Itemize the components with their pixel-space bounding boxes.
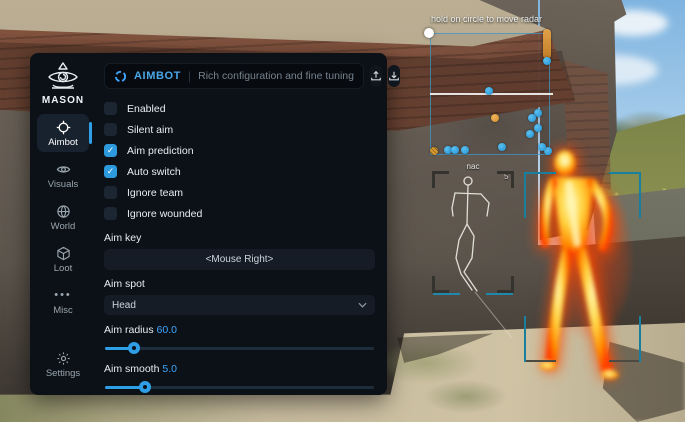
page-title: AIMBOT bbox=[134, 70, 181, 82]
checkbox-icon bbox=[104, 123, 117, 136]
aim-radius-slider[interactable] bbox=[104, 342, 375, 354]
radar-edge-marker bbox=[543, 29, 551, 59]
header-separator: | bbox=[188, 69, 191, 83]
radar-marker-blip bbox=[491, 114, 499, 122]
download-icon bbox=[388, 70, 400, 82]
aimbot-tab-content: AIMBOT | Rich configuration and fine tun… bbox=[96, 53, 387, 395]
slider-thumb[interactable] bbox=[139, 381, 151, 393]
checkbox-icon bbox=[104, 186, 117, 199]
checkbox-silent-aim[interactable]: Silent aim bbox=[104, 119, 375, 140]
checkbox-label: Ignore wounded bbox=[127, 208, 202, 220]
radar-edge-blip bbox=[543, 57, 551, 65]
checkbox-label: Ignore team bbox=[127, 187, 183, 199]
crosshair-icon bbox=[55, 119, 71, 135]
player-esp-box bbox=[524, 172, 641, 362]
checkbox-label: Enabled bbox=[127, 103, 166, 115]
sidebar-item-label: Visuals bbox=[48, 179, 78, 190]
sidebar-item-loot[interactable]: Loot bbox=[37, 240, 89, 278]
globe-icon bbox=[55, 203, 71, 219]
checkbox-label: Auto switch bbox=[127, 166, 181, 178]
aim-smooth-value: 5.0 bbox=[162, 363, 177, 375]
sidebar-item-misc[interactable]: ••• Misc bbox=[37, 282, 89, 320]
sidebar-item-aimbot[interactable]: Aimbot bbox=[37, 114, 89, 152]
game-screen: hold on circle to move radar nac 5 bbox=[0, 0, 685, 422]
radar-drag-handle[interactable] bbox=[424, 28, 434, 38]
import-config-button[interactable] bbox=[370, 65, 382, 87]
radar-hint-text: hold on circle to move radar bbox=[431, 14, 601, 24]
aim-key-label: Aim key bbox=[104, 232, 375, 244]
sidebar-item-visuals[interactable]: Visuals bbox=[37, 156, 89, 194]
aim-spot-label: Aim spot bbox=[104, 278, 375, 290]
chevron-down-icon bbox=[358, 302, 367, 308]
export-config-button[interactable] bbox=[388, 65, 400, 87]
checkbox-icon bbox=[104, 102, 117, 115]
gear-icon bbox=[55, 350, 71, 366]
slider-track bbox=[105, 347, 374, 350]
checkbox-ignore-wounded[interactable]: Ignore wounded bbox=[104, 203, 375, 224]
sidebar-item-label: Loot bbox=[54, 263, 73, 274]
aim-radius-value: 60.0 bbox=[157, 324, 177, 336]
esp-snapline bbox=[475, 292, 512, 338]
aim-spot-value: Head bbox=[112, 300, 136, 311]
sidebar-item-label: Aimbot bbox=[48, 137, 78, 148]
aim-smooth-label: Aim smooth 5.0 bbox=[104, 363, 375, 375]
ellipsis-icon: ••• bbox=[55, 287, 71, 303]
eye-icon bbox=[55, 161, 71, 177]
radar-enemy-blip bbox=[485, 87, 493, 95]
sidebar-item-settings[interactable]: Settings bbox=[37, 345, 89, 383]
radar-enemy-blip bbox=[461, 146, 469, 154]
radar-enemy-blip bbox=[534, 124, 542, 132]
slider-thumb[interactable] bbox=[128, 342, 140, 354]
spinner-circle-icon bbox=[114, 70, 127, 83]
page-subtitle: Rich configuration and fine tuning bbox=[198, 70, 354, 82]
radar-enemy-blip bbox=[528, 114, 536, 122]
upload-icon bbox=[370, 70, 382, 82]
checkbox-icon: ✓ bbox=[104, 165, 117, 178]
esp-head-blip bbox=[538, 143, 546, 151]
radar-marker-blip bbox=[430, 147, 438, 155]
checkbox-aim-prediction[interactable]: ✓ Aim prediction bbox=[104, 140, 375, 161]
aim-smooth-slider[interactable] bbox=[104, 381, 375, 393]
tab-header: AIMBOT | Rich configuration and fine tun… bbox=[104, 63, 364, 89]
radar-enemy-blip bbox=[526, 130, 534, 138]
cheat-menu-window: MASON Aimbot Visuals bbox=[30, 53, 387, 395]
aim-spot-select[interactable]: Head bbox=[104, 295, 375, 315]
skeleton-esp bbox=[428, 165, 518, 345]
aim-key-binding-button[interactable]: <Mouse Right> bbox=[104, 249, 375, 270]
aim-radius-label: Aim radius 60.0 bbox=[104, 324, 375, 336]
radar-panel[interactable] bbox=[430, 33, 550, 155]
checkbox-icon: ✓ bbox=[104, 144, 117, 157]
brand-name: MASON bbox=[42, 95, 84, 106]
checkbox-icon bbox=[104, 207, 117, 220]
sidebar-item-label: Misc bbox=[53, 305, 73, 316]
checkbox-label: Silent aim bbox=[127, 124, 173, 136]
sidebar-item-label: World bbox=[51, 221, 76, 232]
radar-enemy-blip bbox=[498, 143, 506, 151]
checkbox-auto-switch[interactable]: ✓ Auto switch bbox=[104, 161, 375, 182]
sidebar-item-world[interactable]: World bbox=[37, 198, 89, 236]
checkbox-enabled[interactable]: Enabled bbox=[104, 98, 375, 119]
brand-logo: MASON bbox=[42, 61, 84, 106]
sidebar-item-label: Settings bbox=[46, 368, 80, 379]
cube-icon bbox=[55, 245, 71, 261]
checkbox-ignore-team[interactable]: Ignore team bbox=[104, 182, 375, 203]
radar-enemy-blip bbox=[451, 146, 459, 154]
mason-eye-icon bbox=[45, 61, 81, 93]
sidebar: MASON Aimbot Visuals bbox=[30, 53, 96, 395]
checkbox-label: Aim prediction bbox=[127, 145, 194, 157]
